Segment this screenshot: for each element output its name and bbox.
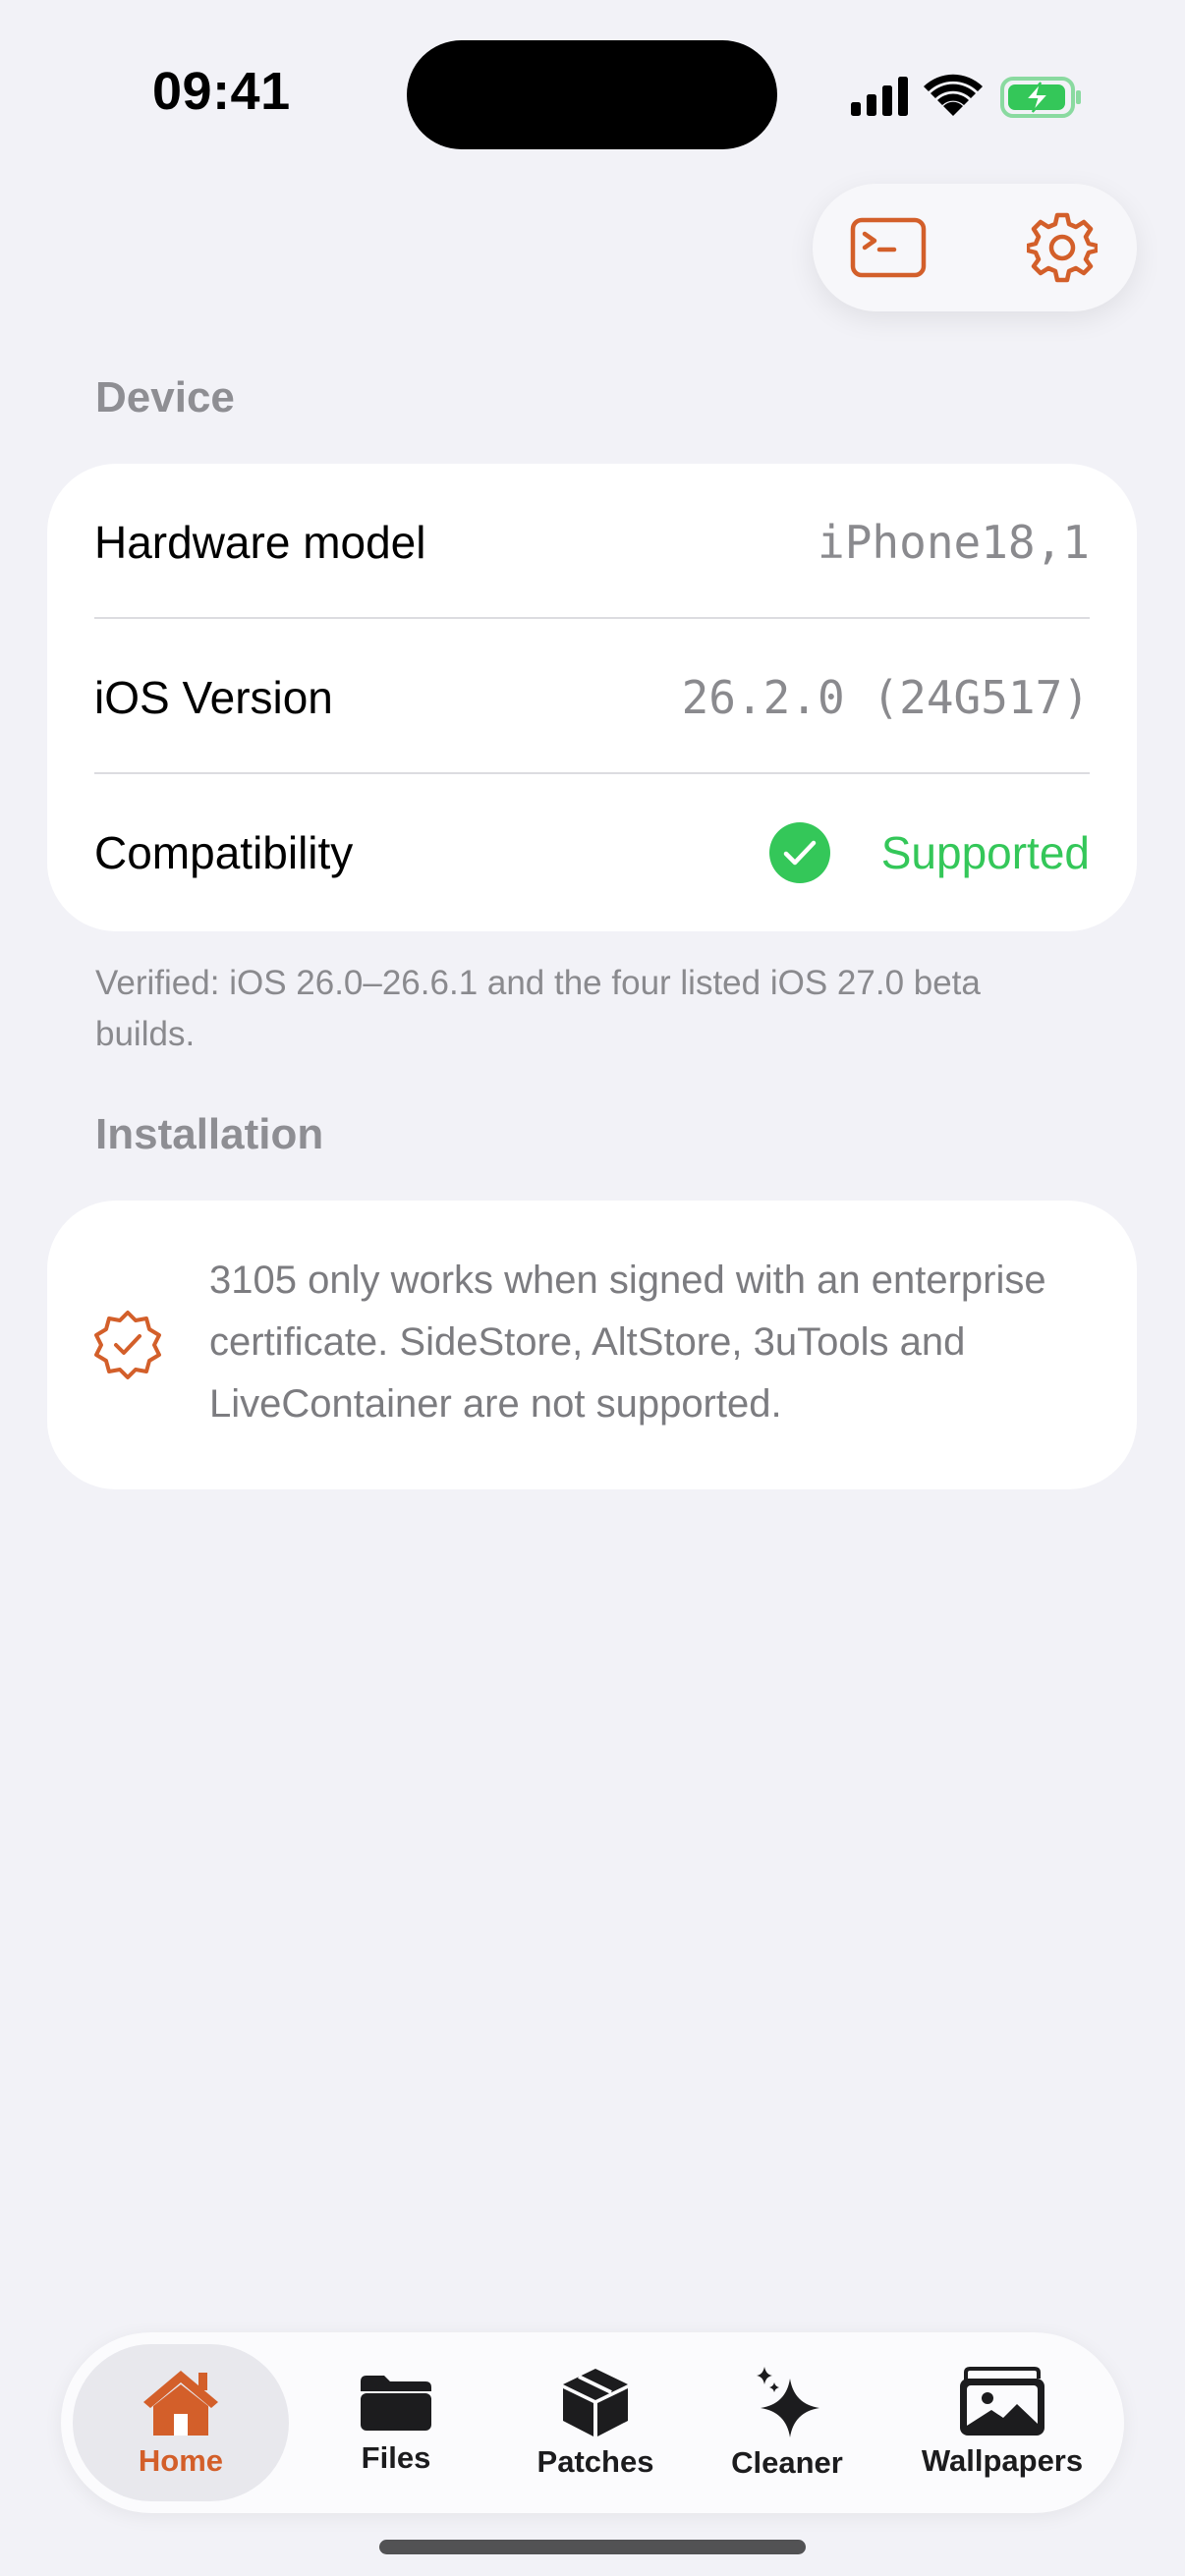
installation-notice: 3105 only works when signed with an ente… bbox=[209, 1259, 1046, 1426]
dynamic-island bbox=[407, 40, 777, 149]
ios-version-label: iOS Version bbox=[94, 671, 333, 723]
home-indicator bbox=[379, 2540, 806, 2554]
gear-icon bbox=[1027, 212, 1098, 283]
tab-patches-label: Patches bbox=[536, 2444, 654, 2479]
checkmark-seal-icon bbox=[92, 1310, 163, 1385]
cube-icon bbox=[563, 2369, 628, 2436]
tab-bar: Home Files Patches Cleaner Wallpapers bbox=[61, 2332, 1124, 2513]
tab-wallpapers[interactable]: Wallpapers bbox=[892, 2344, 1112, 2501]
hardware-model-value: iPhone18,1 bbox=[818, 515, 1090, 569]
wifi-icon bbox=[924, 74, 983, 116]
ios-version-value: 26.2.0 (24G517) bbox=[681, 670, 1090, 724]
compatibility-value: Supported bbox=[880, 826, 1090, 878]
sparkles-icon bbox=[757, 2367, 819, 2437]
verified-footnote: Verified: iOS 26.0–26.6.1 and the four l… bbox=[95, 964, 981, 1053]
tab-files[interactable]: Files bbox=[312, 2344, 480, 2501]
installation-card: 3105 only works when signed with an ente… bbox=[47, 1201, 1137, 1489]
tab-cleaner-label: Cleaner bbox=[731, 2445, 843, 2480]
photos-icon bbox=[960, 2367, 1044, 2436]
status-icons bbox=[847, 73, 1083, 120]
battery-charging-icon bbox=[1000, 77, 1081, 118]
tab-wallpapers-label: Wallpapers bbox=[921, 2443, 1084, 2478]
compatibility-row: Compatibility Supported bbox=[94, 774, 1090, 930]
ios-version-row: iOS Version 26.2.0 (24G517) bbox=[94, 619, 1090, 775]
tab-home-label: Home bbox=[138, 2443, 224, 2478]
compatibility-label: Compatibility bbox=[94, 826, 354, 878]
settings-button[interactable] bbox=[1023, 208, 1101, 287]
cellular-signal-icon bbox=[851, 77, 908, 116]
tab-patches[interactable]: Patches bbox=[497, 2344, 694, 2501]
top-toolbar bbox=[813, 184, 1137, 311]
tab-cleaner[interactable]: Cleaner bbox=[694, 2344, 880, 2501]
hardware-model-label: Hardware model bbox=[94, 516, 426, 568]
compatibility-status: Supported bbox=[768, 821, 1090, 883]
device-section-header: Device bbox=[95, 373, 235, 421]
hardware-model-row: Hardware model iPhone18,1 bbox=[94, 464, 1090, 620]
installation-section-header: Installation bbox=[95, 1110, 324, 1158]
status-time: 09:41 bbox=[152, 62, 291, 121]
folder-icon bbox=[361, 2376, 431, 2431]
tab-home[interactable]: Home bbox=[73, 2344, 289, 2501]
tab-files-label: Files bbox=[361, 2440, 431, 2475]
terminal-icon bbox=[850, 217, 927, 278]
device-info-card: Hardware model iPhone18,1 iOS Version 26… bbox=[47, 464, 1137, 931]
house-icon bbox=[143, 2371, 218, 2436]
terminal-button[interactable] bbox=[849, 208, 928, 287]
checkmark-circle-icon bbox=[768, 821, 830, 883]
